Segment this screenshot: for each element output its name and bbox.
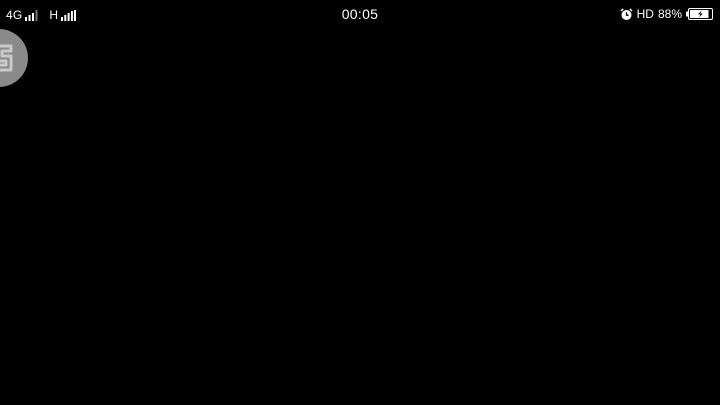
status-bar-right: HD 88%	[620, 6, 713, 22]
hd-voice-label: HD	[636, 7, 654, 21]
battery-percent: 88%	[657, 7, 682, 21]
status-bar-time: 00:05	[341, 6, 379, 22]
alarm-clock-icon	[620, 7, 633, 21]
floating-assistant-icon	[0, 44, 13, 72]
status-bar: 4G H 00:05 HD 88%	[0, 0, 720, 28]
battery-charging-icon	[686, 8, 713, 20]
screen-content	[0, 28, 720, 405]
